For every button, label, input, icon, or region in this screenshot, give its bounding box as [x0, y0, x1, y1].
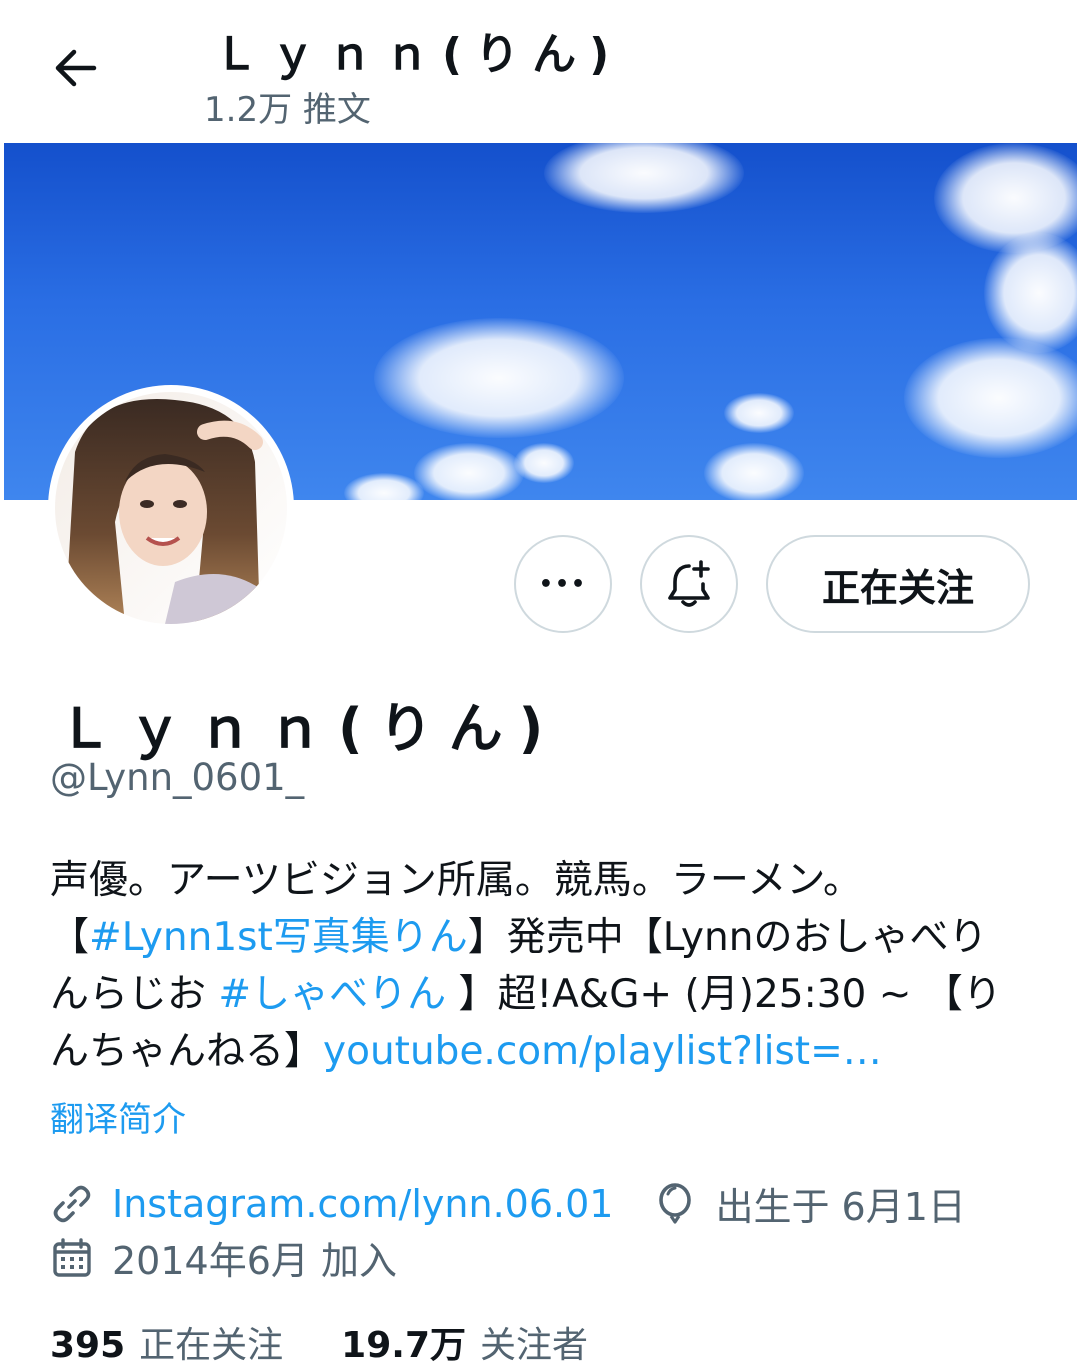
following-count: 395: [50, 1325, 126, 1366]
tweet-count: 1.2万 推文: [204, 90, 371, 130]
follow-stats: 395 正在关注 19.7万 关注者: [50, 1316, 588, 1368]
back-button[interactable]: [40, 38, 110, 98]
website-item[interactable]: Instagram.com/lynn.06.01: [50, 1182, 613, 1226]
balloon-icon: [653, 1182, 697, 1226]
profile-meta-row: Instagram.com/lynn.06.01 出生于 6月1日: [50, 1176, 966, 1231]
avatar-photo: [55, 392, 287, 624]
display-name: Ｌｙｎｎ(りん): [58, 697, 560, 760]
following-label: 正在关注: [139, 1325, 284, 1366]
top-bar: Ｌｙｎｎ(りん) 1.2万 推文: [0, 0, 1080, 142]
following-button[interactable]: 正在关注: [766, 535, 1030, 633]
followers-label: 关注者: [480, 1325, 589, 1366]
birthday-text: 出生于 6月1日: [715, 1185, 966, 1229]
profile-bio: 声優。アーツビジョン所属。競馬。ラーメン。 【#Lynn1st写真集りん】発売中…: [50, 852, 1040, 1080]
hashtag-link[interactable]: #Lynn1st写真集りん: [89, 915, 468, 960]
header-title: Ｌｙｎｎ(りん): [214, 29, 623, 80]
hashtag-link[interactable]: #しゃべりん: [218, 972, 446, 1017]
user-handle: @Lynn_0601_: [50, 756, 305, 799]
profile-meta-row: 2014年6月 加入: [50, 1230, 397, 1285]
link-icon: [50, 1182, 94, 1226]
more-options-button[interactable]: •••: [514, 535, 612, 633]
following-stat[interactable]: 395 正在关注: [50, 1316, 283, 1368]
website-link[interactable]: Instagram.com/lynn.06.01: [112, 1182, 613, 1226]
translate-bio-link[interactable]: 翻译简介: [50, 1092, 186, 1141]
bio-line: んちゃんねる】youtube.com/playlist?list=…: [50, 1029, 882, 1074]
bio-line: 【#Lynn1st写真集りん】発売中【Lynnのおしゃべり: [50, 915, 988, 960]
more-icon: •••: [538, 571, 588, 597]
joined-text: 2014年6月 加入: [112, 1239, 397, 1283]
followers-stat[interactable]: 19.7万 关注者: [341, 1316, 588, 1368]
bio-line: 声優。アーツビジョン所属。競馬。ラーメン。: [50, 858, 862, 903]
back-arrow-icon: [55, 49, 97, 87]
bio-line: んらじお #しゃべりん 】超!A&G+ (月)25:30 ~ 【り: [50, 972, 1002, 1017]
birthday-item: 出生于 6月1日: [653, 1176, 966, 1231]
bell-plus-icon: [668, 560, 710, 607]
avatar[interactable]: [48, 385, 294, 631]
notifications-button[interactable]: [640, 535, 738, 633]
youtube-link[interactable]: youtube.com/playlist?list=…: [323, 1029, 882, 1074]
joined-item: 2014年6月 加入: [50, 1230, 397, 1285]
followers-count: 19.7万: [341, 1325, 466, 1366]
calendar-icon: [50, 1236, 94, 1280]
